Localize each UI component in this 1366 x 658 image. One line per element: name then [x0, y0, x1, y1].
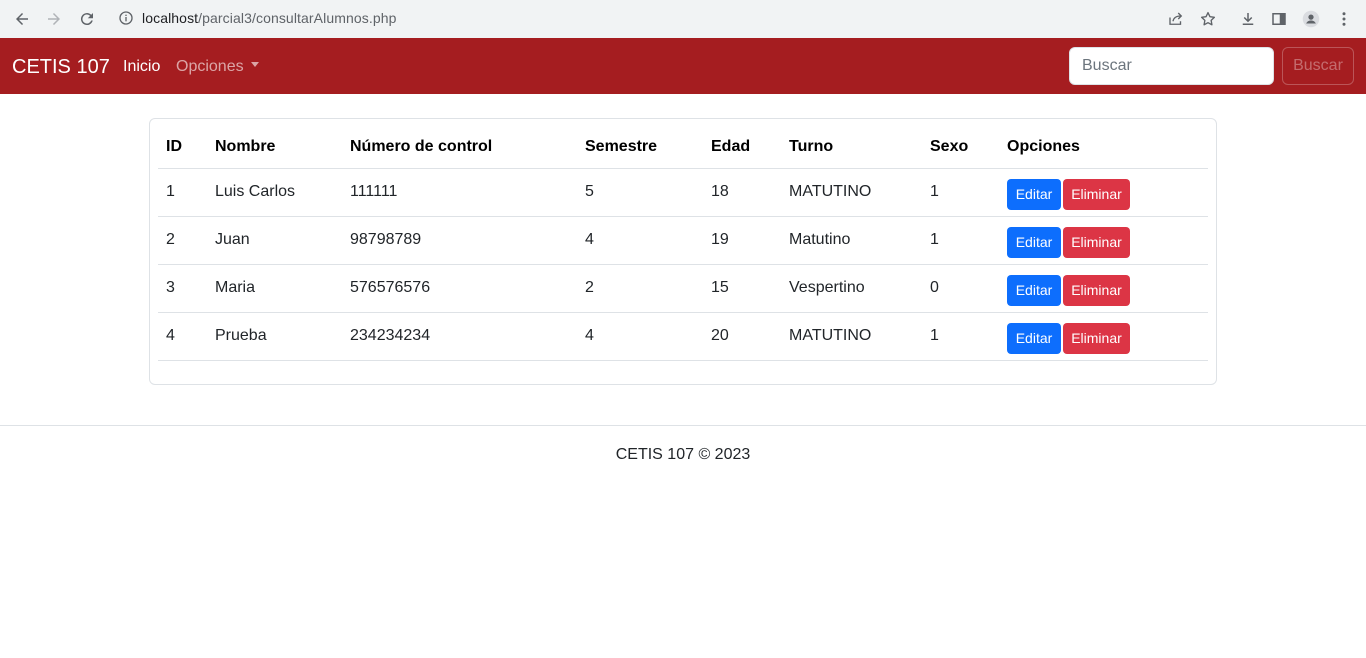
cell-sexo: 1 [922, 312, 999, 361]
downloads-button[interactable] [1234, 5, 1262, 33]
cell-edad: 15 [703, 264, 781, 313]
cell-opciones: Editar Eliminar [999, 264, 1208, 313]
search-button[interactable]: Buscar [1282, 47, 1354, 85]
delete-button[interactable]: Eliminar [1063, 226, 1130, 258]
cell-nombre: Maria [207, 264, 342, 313]
reload-button[interactable] [73, 5, 101, 33]
cell-id: 1 [158, 168, 207, 217]
avatar-icon [1302, 10, 1320, 28]
cell-id: 2 [158, 216, 207, 265]
navbar-brand[interactable]: CETIS 107 [12, 56, 110, 79]
cell-id: 4 [158, 312, 207, 361]
profile-button[interactable] [1297, 5, 1325, 33]
footer-text: CETIS 107 © 2023 [615, 446, 751, 463]
cell-control: 111111 [342, 168, 577, 217]
cell-semestre: 4 [577, 312, 703, 361]
kebab-menu-icon [1342, 12, 1346, 26]
header-semestre: Semestre [577, 127, 703, 169]
arrow-right-icon [48, 13, 60, 25]
header-nombre: Nombre [207, 127, 342, 169]
header-turno: Turno [781, 127, 922, 169]
cell-edad: 18 [703, 168, 781, 217]
cell-turno: Vespertino [781, 264, 922, 313]
cell-sexo: 0 [922, 264, 999, 313]
cell-edad: 20 [703, 312, 781, 361]
footer-divider [0, 425, 1366, 426]
menu-button[interactable] [1330, 5, 1358, 33]
url-host: localhost [142, 10, 199, 26]
header-sexo: Sexo [922, 127, 999, 169]
reload-icon [80, 13, 93, 26]
cell-turno: MATUTINO [781, 168, 922, 217]
edit-button[interactable]: Editar [1007, 274, 1061, 306]
cell-sexo: 1 [922, 168, 999, 217]
arrow-left-icon [16, 13, 28, 25]
url-text: localhost/parcial3/consultarAlumnos.php [142, 10, 397, 26]
url-path: /parcial3/consultarAlumnos.php [198, 10, 397, 26]
cell-control: 234234234 [342, 312, 577, 361]
download-icon [1242, 13, 1254, 25]
delete-button[interactable]: Eliminar [1063, 322, 1130, 354]
header-control: Número de control [342, 127, 577, 169]
cell-nombre: Luis Carlos [207, 168, 342, 217]
header-edad: Edad [703, 127, 781, 169]
cell-opciones: Editar Eliminar [999, 168, 1208, 217]
nav-dropdown-label: Opciones [176, 58, 244, 75]
caret-down-icon [250, 62, 259, 68]
cell-semestre: 2 [577, 264, 703, 313]
table-row: 2 Juan 98798789 4 19 Matutino 1 Editar El… [158, 216, 1208, 265]
side-panel-icon [1272, 13, 1286, 25]
browser-toolbar: localhost/parcial3/consultarAlumnos.php [0, 0, 1366, 38]
star-icon [1200, 11, 1216, 26]
cell-semestre: 5 [577, 168, 703, 217]
share-button[interactable] [1162, 5, 1190, 33]
address-bar[interactable]: localhost/parcial3/consultarAlumnos.php [108, 3, 1226, 33]
share-icon [1169, 12, 1183, 25]
side-panel-button[interactable] [1265, 5, 1293, 33]
cell-edad: 19 [703, 216, 781, 265]
header-id: ID [158, 127, 207, 169]
header-opciones: Opciones [999, 127, 1208, 169]
delete-button[interactable]: Eliminar [1063, 274, 1130, 306]
table-header-row: ID Nombre Número de control Semestre Eda… [158, 127, 1208, 169]
cell-opciones: Editar Eliminar [999, 216, 1208, 265]
edit-button[interactable]: Editar [1007, 226, 1061, 258]
bookmark-button[interactable] [1194, 5, 1222, 33]
delete-button[interactable]: Eliminar [1063, 178, 1130, 210]
cell-turno: Matutino [781, 216, 922, 265]
edit-button[interactable]: Editar [1007, 178, 1061, 210]
forward-button[interactable] [40, 5, 68, 33]
edit-button[interactable]: Editar [1007, 322, 1061, 354]
cell-control: 98798789 [342, 216, 577, 265]
cell-nombre: Prueba [207, 312, 342, 361]
cell-turno: MATUTINO [781, 312, 922, 361]
students-card: ID Nombre Número de control Semestre Eda… [149, 118, 1217, 385]
nav-link-inicio[interactable]: Inicio [123, 58, 160, 76]
table-row: 4 Prueba 234234234 4 20 MATUTINO 1 Edita… [158, 312, 1208, 361]
cell-id: 3 [158, 264, 207, 313]
cell-nombre: Juan [207, 216, 342, 265]
students-table: ID Nombre Número de control Semestre Eda… [158, 127, 1208, 361]
cell-control: 576576576 [342, 264, 577, 313]
cell-opciones: Editar Eliminar [999, 312, 1208, 361]
table-row: 3 Maria 576576576 2 15 Vespertino 0 Edit… [158, 264, 1208, 313]
cell-semestre: 4 [577, 216, 703, 265]
cell-sexo: 1 [922, 216, 999, 265]
info-icon[interactable] [118, 10, 134, 26]
navbar: CETIS 107 Inicio Opciones Buscar [0, 38, 1366, 94]
nav-dropdown-opciones[interactable]: Opciones [176, 58, 259, 76]
table-row: 1 Luis Carlos 111111 5 18 MATUTINO 1 Edi… [158, 168, 1208, 217]
back-button[interactable] [8, 5, 36, 33]
search-input[interactable] [1069, 47, 1274, 85]
